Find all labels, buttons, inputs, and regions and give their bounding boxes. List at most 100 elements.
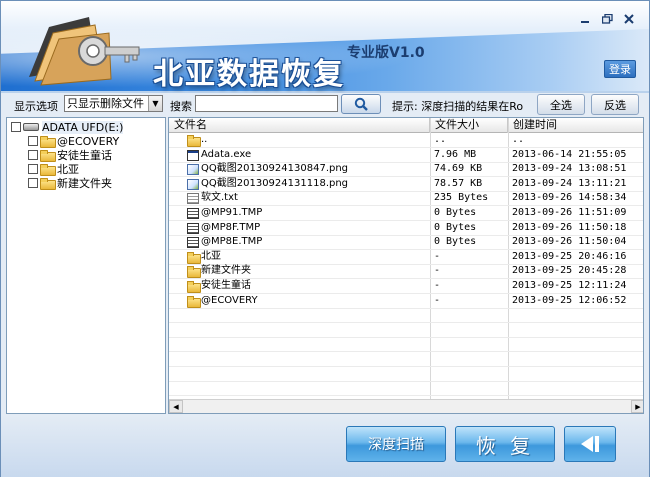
tree-item[interactable]: 安徒生童话: [28, 148, 112, 162]
horizontal-scrollbar[interactable]: ◀ ▶: [169, 399, 643, 413]
file-date: 2013-06-14 21:55:05: [512, 148, 627, 160]
file-name: 软文.txt: [201, 192, 238, 204]
file-list: 文件名 文件大小 创建时间 ...... Adata.exe 7.96 MB 2013…: [168, 117, 644, 414]
app-title: 北亚数据恢复: [153, 57, 345, 92]
file-date: 2013-09-26 14:58:34: [512, 192, 627, 204]
column-header-date[interactable]: 创建时间: [508, 118, 643, 133]
recover-button[interactable]: 恢 复: [455, 426, 555, 462]
file-row[interactable]: @ECOVERY - 2013-09-25 12:06:52: [169, 294, 643, 309]
file-row[interactable]: 软文.txt 235 Bytes 2013-09-26 14:58:34: [169, 191, 643, 207]
window-controls: [577, 11, 637, 27]
empty-row: [169, 308, 643, 324]
tree-root-label: ADATA UFD(E:): [42, 120, 124, 134]
file-size: 7.96 MB: [434, 148, 477, 160]
file-size: 235 Bytes: [434, 192, 489, 204]
folder-tree: ADATA UFD(E:) @ECOVERY 安徒生童话 北亚 新建文件夹: [6, 117, 166, 414]
login-button[interactable]: 登录: [604, 60, 636, 78]
list-header: 文件名 文件大小 创建时间: [169, 118, 643, 133]
display-option-value: 只显示删除文件: [67, 97, 144, 110]
file-date: 2013-09-24 13:08:51: [512, 163, 627, 175]
hint-text: 提示: 深度扫描的结果在Ro: [392, 100, 524, 113]
file-date: 2013-09-25 20:45:28: [512, 265, 627, 277]
display-option-label: 显示选项: [14, 100, 58, 113]
file-name: @MP8F.TMP: [201, 221, 261, 233]
column-header-size[interactable]: 文件大小: [430, 118, 508, 133]
folder-icon: [40, 150, 56, 162]
back-arrow-icon: [581, 436, 599, 452]
file-row[interactable]: 新建文件夹 - 2013-09-25 20:45:28: [169, 264, 643, 280]
tree-root-item[interactable]: ADATA UFD(E:): [11, 120, 124, 134]
invert-selection-button[interactable]: 反选: [591, 94, 639, 115]
file-row[interactable]: @MP91.TMP 0 Bytes 2013-09-26 11:51:09: [169, 206, 643, 221]
search-label: 搜索: [170, 100, 192, 113]
back-button[interactable]: [564, 426, 616, 462]
edition-label: 专业版V1.0: [347, 45, 425, 61]
tree-item[interactable]: @ECOVERY: [28, 134, 119, 148]
maximize-icon[interactable]: [599, 11, 615, 27]
tree-item-label: 新建文件夹: [57, 177, 112, 190]
minimize-icon[interactable]: [577, 11, 593, 27]
file-row[interactable]: @MP8F.TMP 0 Bytes 2013-09-26 11:50:18: [169, 221, 643, 236]
file-name: 新建文件夹: [201, 265, 251, 277]
file-size: -: [434, 265, 441, 277]
scroll-left-icon[interactable]: ◀: [169, 400, 183, 413]
file-date: 2013-09-26 11:50:04: [512, 236, 627, 248]
search-icon: [354, 97, 368, 111]
chevron-down-icon[interactable]: ▼: [148, 96, 162, 111]
search-input[interactable]: [195, 95, 338, 112]
checkbox[interactable]: [28, 178, 38, 188]
file-row[interactable]: Adata.exe 7.96 MB 2013-06-14 21:55:05: [169, 148, 643, 163]
file-date: ..: [512, 134, 525, 145]
column-header-name[interactable]: 文件名: [169, 118, 430, 133]
file-date: 2013-09-25 12:11:24: [512, 280, 627, 291]
file-size: 0 Bytes: [434, 207, 477, 218]
file-size: 78.57 KB: [434, 177, 483, 189]
file-size: -: [434, 250, 441, 262]
file-name: QQ截图20130924130847.png: [201, 163, 349, 175]
folder-icon: [40, 178, 56, 190]
app-window: 北亚数据恢复 专业版V1.0 登录 显示选项 只显示删除文件 ▼ 搜索 提示: …: [0, 0, 650, 477]
select-all-button[interactable]: 全选: [537, 94, 585, 115]
folder-key-logo-icon: [29, 17, 140, 86]
file-date: 2013-09-25 12:06:52: [512, 294, 627, 306]
file-name: @ECOVERY: [201, 294, 258, 306]
folder-icon: [40, 136, 56, 148]
file-size: -: [434, 294, 441, 306]
file-date: 2013-09-26 11:50:18: [512, 221, 627, 233]
file-name: @MP8E.TMP: [201, 236, 263, 248]
checkbox[interactable]: [28, 150, 38, 160]
display-option-select[interactable]: 只显示删除文件 ▼: [64, 95, 163, 112]
checkbox[interactable]: [11, 122, 21, 132]
file-size: 0 Bytes: [434, 221, 477, 233]
file-row[interactable]: 北亚 - 2013-09-25 20:46:16: [169, 250, 643, 265]
file-row[interactable]: @MP8E.TMP 0 Bytes 2013-09-26 11:50:04: [169, 235, 643, 251]
file-name: ..: [201, 134, 208, 145]
search-button[interactable]: [341, 94, 381, 114]
file-size: 0 Bytes: [434, 236, 477, 248]
action-bar: 深度扫描 恢 复: [1, 415, 649, 477]
file-row[interactable]: ......: [169, 133, 643, 148]
file-row[interactable]: QQ截图20130924130847.png 74.69 KB 2013-09-24…: [169, 162, 643, 178]
file-size: 74.69 KB: [434, 163, 483, 175]
checkbox[interactable]: [28, 164, 38, 174]
file-date: 2013-09-24 13:11:21: [512, 177, 627, 189]
empty-row: [169, 352, 643, 367]
tree-item[interactable]: 新建文件夹: [28, 176, 112, 190]
file-row[interactable]: QQ截图20130924131118.png 78.57 KB 2013-09-24…: [169, 177, 643, 192]
drive-icon: [23, 123, 39, 131]
checkbox[interactable]: [28, 136, 38, 146]
deep-scan-button[interactable]: 深度扫描: [346, 426, 446, 462]
empty-row: [169, 323, 643, 338]
toolbar: 显示选项 只显示删除文件 ▼ 搜索 提示: 深度扫描的结果在Ro 全选 反选: [1, 93, 649, 117]
file-name: QQ截图20130924131118.png: [201, 177, 349, 189]
file-name: Adata.exe: [201, 148, 252, 160]
file-date: 2013-09-25 20:46:16: [512, 250, 627, 262]
scroll-right-icon[interactable]: ▶: [631, 400, 643, 413]
empty-row: [169, 367, 643, 382]
empty-row: [169, 337, 643, 353]
empty-row: [169, 381, 643, 397]
close-icon[interactable]: [621, 11, 637, 27]
file-row[interactable]: 安徒生童话 - 2013-09-25 12:11:24: [169, 279, 643, 294]
tree-item-label: @ECOVERY: [57, 134, 120, 148]
tree-item[interactable]: 北亚: [28, 162, 79, 176]
